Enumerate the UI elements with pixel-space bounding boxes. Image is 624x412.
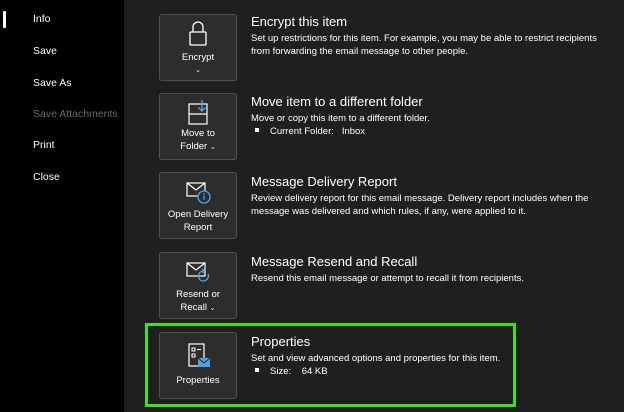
encrypt-button-label: Encrypt <box>181 52 215 63</box>
move-folder-icon <box>160 98 236 126</box>
properties-description: Set and view advanced options and proper… <box>251 353 501 364</box>
resend-or-recall-button[interactable]: Resend or Recall ⌄ <box>159 252 237 319</box>
resend-button-label-1: Resend or <box>176 289 220 300</box>
resend-button-label-2: Recall <box>180 302 207 313</box>
encrypt-description: Set up restrictions for this item. For e… <box>251 33 597 57</box>
encrypt-title: Encrypt this item <box>251 14 348 29</box>
chevron-down-icon: ⌄ <box>209 305 216 312</box>
delivery-report-icon <box>160 177 236 205</box>
nav-info[interactable]: Info <box>0 5 124 33</box>
current-folder-value: Inbox <box>341 126 366 137</box>
properties-button-label: Properties <box>176 375 220 386</box>
open-delivery-report-button[interactable]: Open Delivery Report <box>159 172 237 239</box>
move-to-folder-button[interactable]: Move to Folder ⌄ <box>159 93 237 160</box>
delivery-button-label-2: Report <box>183 222 213 233</box>
move-button-label-row: Folder ⌄ <box>160 140 236 154</box>
nav-print[interactable]: Print <box>0 131 124 159</box>
encrypt-button[interactable]: Encrypt ⌄ <box>159 14 237 81</box>
delivery-button-label-1: Open Delivery <box>167 209 229 220</box>
chevron-down-icon: ⌄ <box>209 144 216 151</box>
current-folder-label: Current Folder: <box>270 126 334 137</box>
size-info: Size: 64 KB <box>255 366 328 377</box>
properties-button[interactable]: Properties <box>159 332 237 399</box>
resend-title: Message Resend and Recall <box>251 254 418 269</box>
lock-icon <box>160 19 236 47</box>
move-description: Move or copy this item to a different fo… <box>251 113 430 124</box>
nav-save-as[interactable]: Save As <box>0 69 124 97</box>
resend-recall-icon <box>160 257 236 285</box>
size-label: Size: <box>270 366 292 377</box>
move-title: Move item to a different folder <box>251 94 423 109</box>
bullet-icon <box>255 368 259 373</box>
properties-icon <box>160 341 236 369</box>
delivery-title: Message Delivery Report <box>251 174 397 189</box>
nav-save-attachments: Save Attachments <box>33 108 118 120</box>
properties-title: Properties <box>251 334 311 349</box>
move-button-label-2: Folder <box>180 141 208 152</box>
current-folder-info: Current Folder: Inbox <box>255 126 365 137</box>
delivery-description: Review delivery report for this email me… <box>251 193 589 217</box>
resend-description: Resend this email message or attempt to … <box>251 273 524 284</box>
nav-save[interactable]: Save <box>0 37 124 65</box>
move-button-label-1: Move to <box>181 128 215 139</box>
info-pane: Encrypt ⌄ Encrypt this item Set up restr… <box>124 0 624 412</box>
bullet-icon <box>255 128 259 133</box>
backstage-nav: Info Save Save As Save Attachments Print… <box>0 0 124 412</box>
chevron-down-icon: ⌄ <box>195 67 201 74</box>
size-value: 64 KB <box>301 366 328 377</box>
nav-close[interactable]: Close <box>0 163 124 191</box>
resend-button-label-row: Recall ⌄ <box>160 301 236 315</box>
